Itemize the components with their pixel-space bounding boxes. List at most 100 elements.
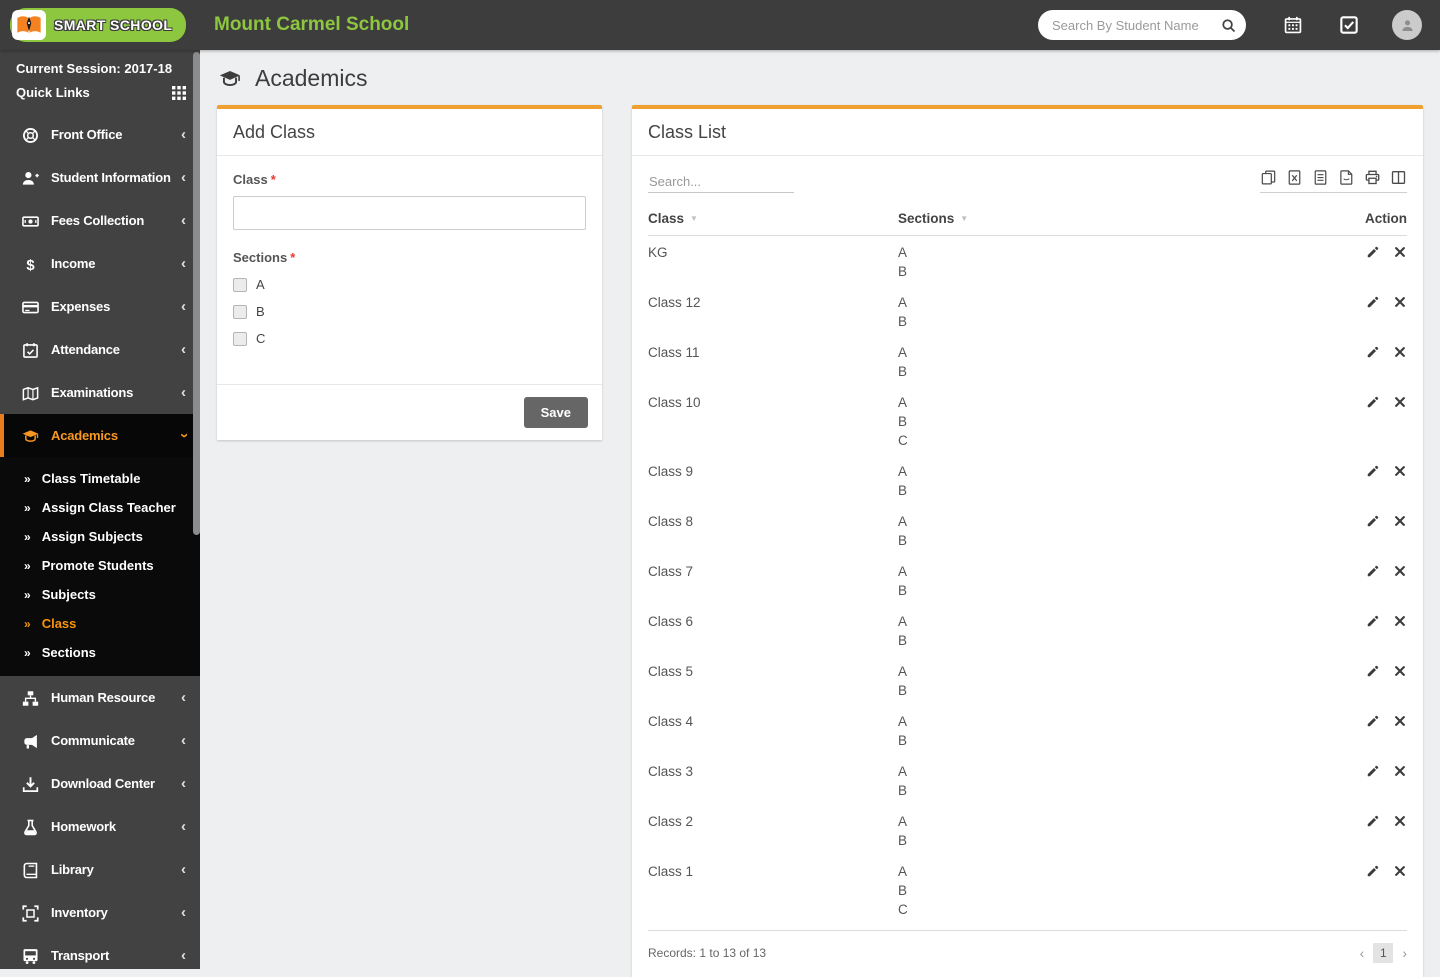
sidebar-item-income[interactable]: $ Income‹: [0, 242, 200, 285]
copy-export-icon[interactable]: [1261, 170, 1276, 185]
submenu-item-sections[interactable]: »Sections: [0, 638, 200, 667]
delete-icon[interactable]: [1393, 295, 1407, 309]
delete-icon[interactable]: [1393, 664, 1407, 678]
tasks-check-icon[interactable]: [1340, 16, 1358, 34]
delete-icon[interactable]: [1393, 345, 1407, 359]
edit-icon[interactable]: [1366, 295, 1380, 309]
submenu-item-assign-class-teacher[interactable]: »Assign Class Teacher: [0, 493, 200, 522]
edit-icon[interactable]: [1366, 464, 1380, 478]
sidebar-item-academics[interactable]: Academics‹: [0, 414, 200, 457]
income-icon: $: [22, 256, 39, 272]
delete-icon[interactable]: [1393, 814, 1407, 828]
delete-icon[interactable]: [1393, 564, 1407, 578]
submenu-item-assign-subjects[interactable]: »Assign Subjects: [0, 522, 200, 551]
page-number-button[interactable]: 1: [1373, 943, 1393, 963]
sidebar-item-examinations[interactable]: Examinations‹: [0, 371, 200, 414]
column-header-class[interactable]: Class▼: [648, 211, 898, 226]
column-visibility-icon[interactable]: [1391, 170, 1406, 185]
section-checkbox-row-a[interactable]: A: [233, 277, 586, 292]
edit-icon[interactable]: [1366, 814, 1380, 828]
quick-links-row[interactable]: Quick Links: [16, 85, 186, 100]
edit-icon[interactable]: [1366, 714, 1380, 728]
sidebar-item-front-office[interactable]: Front Office‹: [0, 113, 200, 156]
edit-icon[interactable]: [1366, 245, 1380, 259]
class-list-search-input[interactable]: [648, 171, 794, 193]
sidebar-scrollbar[interactable]: [193, 50, 200, 969]
delete-icon[interactable]: [1393, 464, 1407, 478]
submenu-item-class[interactable]: »Class: [0, 609, 200, 638]
edit-icon[interactable]: [1366, 564, 1380, 578]
sidebar-item-communicate[interactable]: Communicate‹: [0, 719, 200, 762]
school-name: Mount Carmel School: [214, 14, 409, 36]
csv-export-icon[interactable]: [1313, 170, 1328, 185]
sidebar-item-human-resource[interactable]: Human Resource‹: [0, 676, 200, 719]
records-summary: Records: 1 to 13 of 13: [648, 946, 766, 960]
checkbox-a[interactable]: [233, 278, 247, 292]
add-class-title: Add Class: [217, 109, 602, 156]
sidebar-item-inventory[interactable]: Inventory‹: [0, 891, 200, 934]
sidebar-item-attendance[interactable]: Attendance‹: [0, 328, 200, 371]
sidebar-item-fees-collection[interactable]: Fees Collection‹: [0, 199, 200, 242]
delete-icon[interactable]: [1393, 714, 1407, 728]
user-avatar[interactable]: [1392, 10, 1422, 40]
excel-export-icon[interactable]: [1287, 170, 1302, 185]
delete-icon[interactable]: [1393, 764, 1407, 778]
add-class-footer: Save: [217, 384, 602, 440]
section-line: A: [898, 612, 1317, 631]
student-search-input[interactable]: [1052, 18, 1221, 33]
sidebar-item-expenses[interactable]: Expenses‹: [0, 285, 200, 328]
table-row: Class 7 AB: [648, 555, 1407, 605]
attendance-icon: [22, 342, 39, 358]
delete-icon[interactable]: [1393, 864, 1407, 878]
search-icon[interactable]: [1221, 18, 1236, 33]
table-row: Class 1 ABC: [648, 855, 1407, 924]
sections-cell: ABC: [898, 393, 1317, 450]
column-header-sections[interactable]: Sections▼: [898, 211, 1317, 226]
print-icon[interactable]: [1365, 170, 1380, 185]
sidebar-scrollbar-thumb[interactable]: [193, 52, 200, 535]
edit-icon[interactable]: [1366, 514, 1380, 528]
delete-icon[interactable]: [1393, 514, 1407, 528]
chevron-left-icon: ‹: [181, 818, 186, 835]
edit-icon[interactable]: [1366, 864, 1380, 878]
section-line: B: [898, 731, 1317, 750]
section-checkbox-row-b[interactable]: B: [233, 304, 586, 319]
pdf-export-icon[interactable]: [1339, 170, 1354, 185]
sidebar-item-label: Income: [51, 256, 181, 271]
checkbox-b[interactable]: [233, 305, 247, 319]
delete-icon[interactable]: [1393, 245, 1407, 259]
class-cell: Class 6: [648, 612, 898, 650]
logo-text: SMART SCHOOL: [54, 17, 172, 33]
edit-icon[interactable]: [1366, 614, 1380, 628]
class-name-input[interactable]: [233, 196, 586, 230]
next-page-icon[interactable]: ›: [1402, 945, 1407, 961]
app-logo[interactable]: SMART SCHOOL: [0, 8, 200, 42]
edit-icon[interactable]: [1366, 764, 1380, 778]
submenu-item-class-timetable[interactable]: »Class Timetable: [0, 464, 200, 493]
sidebar-item-student-information[interactable]: Student Information‹: [0, 156, 200, 199]
prev-page-icon[interactable]: ‹: [1360, 945, 1365, 961]
calendar-icon[interactable]: [1284, 16, 1302, 34]
sidebar-item-homework[interactable]: Homework‹: [0, 805, 200, 848]
submenu-item-promote-students[interactable]: »Promote Students: [0, 551, 200, 580]
submenu-item-subjects[interactable]: »Subjects: [0, 580, 200, 609]
checkbox-c[interactable]: [233, 332, 247, 346]
save-button[interactable]: Save: [524, 397, 588, 428]
sidebar-item-label: Front Office: [51, 127, 181, 142]
sidebar-item-library[interactable]: Library‹: [0, 848, 200, 891]
delete-icon[interactable]: [1393, 614, 1407, 628]
chevron-left-icon: ‹: [181, 861, 186, 878]
edit-icon[interactable]: [1366, 664, 1380, 678]
edit-icon[interactable]: [1366, 395, 1380, 409]
quick-links-grid-icon[interactable]: [172, 86, 186, 100]
submenu-item-label: Sections: [42, 645, 96, 660]
sidebar-item-label: Expenses: [51, 299, 181, 314]
section-checkbox-row-c[interactable]: C: [233, 331, 586, 346]
class-cell: Class 10: [648, 393, 898, 450]
row-actions: [1317, 462, 1407, 500]
page-title: Academics: [255, 65, 367, 92]
sidebar-item-download-center[interactable]: Download Center‹: [0, 762, 200, 805]
delete-icon[interactable]: [1393, 395, 1407, 409]
submenu-item-label: Assign Class Teacher: [42, 500, 176, 515]
edit-icon[interactable]: [1366, 345, 1380, 359]
